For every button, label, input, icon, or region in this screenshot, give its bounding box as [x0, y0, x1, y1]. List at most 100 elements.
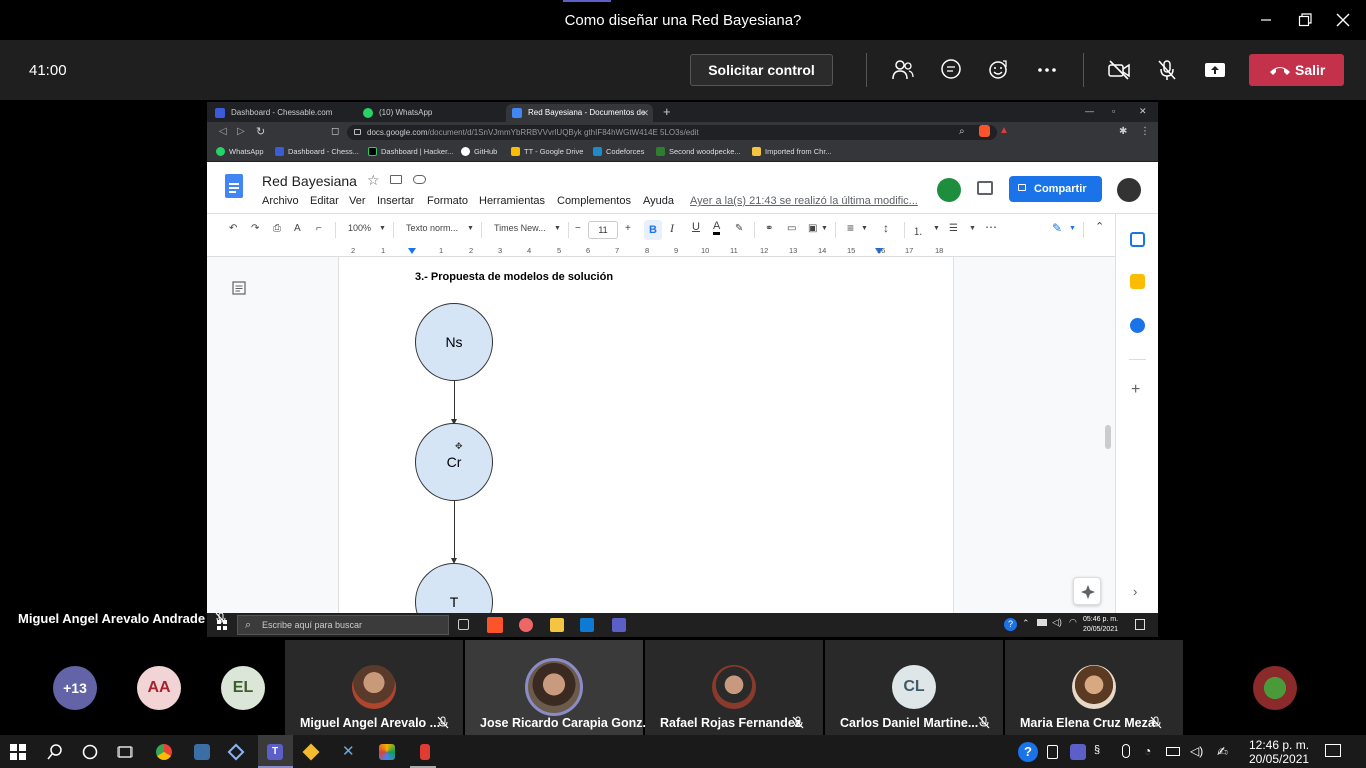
- font-size-input[interactable]: 11: [588, 221, 618, 239]
- chevron-down-icon[interactable]: ▼: [821, 225, 828, 232]
- chevron-down-icon[interactable]: ▼: [861, 225, 868, 232]
- print-icon[interactable]: ⎙: [273, 223, 281, 234]
- remote-clock[interactable]: 05:46 p. m. 20/05/2021: [1083, 615, 1118, 635]
- bookmark-item[interactable]: Codeforces: [593, 147, 644, 156]
- tray-chevron-icon[interactable]: ⌃: [1022, 618, 1030, 629]
- comment-icon[interactable]: [977, 181, 993, 195]
- minimize-icon[interactable]: [1258, 12, 1274, 28]
- insert-image-icon[interactable]: ▣: [808, 223, 817, 234]
- notifications-icon[interactable]: [1135, 619, 1145, 630]
- indent-marker-icon[interactable]: [408, 248, 416, 254]
- bookmark-page-icon[interactable]: ◻: [331, 126, 339, 137]
- windows-start-icon[interactable]: [10, 744, 26, 760]
- link-icon[interactable]: ⚭: [765, 223, 773, 234]
- extensions-icon[interactable]: ✱: [1119, 126, 1127, 137]
- restore-icon[interactable]: [1297, 12, 1313, 28]
- volume-icon[interactable]: ◁): [1052, 617, 1062, 628]
- zoom-select[interactable]: 100%: [348, 223, 371, 233]
- add-comment-icon[interactable]: ▭: [787, 223, 796, 234]
- battery-icon[interactable]: [1166, 747, 1180, 756]
- chevron-down-icon[interactable]: ▼: [933, 225, 940, 232]
- last-edit-link[interactable]: Ayer a la(s) 21:43 se realizó la última …: [690, 195, 918, 207]
- camera-off-icon[interactable]: [1107, 58, 1131, 82]
- align-icon[interactable]: ≡: [847, 221, 854, 235]
- microphone-icon[interactable]: [1122, 744, 1130, 758]
- menu-ver[interactable]: Ver: [349, 195, 366, 207]
- menu-ayuda[interactable]: Ayuda: [643, 195, 674, 207]
- participants-icon[interactable]: [891, 58, 915, 82]
- share-button[interactable]: Compartir: [1009, 176, 1102, 202]
- text-color-icon[interactable]: A: [713, 220, 721, 235]
- app-icon[interactable]: ✕: [342, 744, 358, 760]
- teams-icon[interactable]: [612, 618, 626, 632]
- italic-icon[interactable]: I: [670, 221, 674, 236]
- help-icon[interactable]: ?: [1018, 742, 1038, 762]
- network-node-ns[interactable]: Ns: [415, 303, 493, 381]
- scrollbar[interactable]: [1105, 425, 1111, 449]
- highlight-icon[interactable]: ✎: [735, 223, 743, 234]
- help-icon[interactable]: ?: [1004, 618, 1017, 631]
- network-icon[interactable]: ◠: [1069, 617, 1077, 628]
- chat-icon[interactable]: [939, 58, 963, 82]
- binance-icon[interactable]: [302, 743, 320, 761]
- participant-tile[interactable]: CL Carlos Daniel Martine...: [825, 640, 1003, 735]
- explore-button[interactable]: [1073, 577, 1101, 605]
- participant-tile[interactable]: Maria Elena Cruz Meza: [1005, 640, 1183, 735]
- browser-restore-icon[interactable]: ▫: [1112, 106, 1115, 116]
- document-title[interactable]: Red Bayesiana: [262, 173, 357, 189]
- wifi-icon[interactable]: ◔: [1144, 744, 1160, 760]
- cloud-status-icon[interactable]: [413, 175, 426, 184]
- cortana-icon[interactable]: [82, 744, 98, 760]
- hide-menus-icon[interactable]: ⌃: [1095, 220, 1104, 233]
- app-icon[interactable]: [519, 618, 533, 632]
- chrome-icon[interactable]: [156, 744, 172, 760]
- system-clock[interactable]: 12:46 p. m. 20/05/2021: [1249, 738, 1309, 766]
- reload-icon[interactable]: ↻: [256, 125, 265, 138]
- avatar[interactable]: [1117, 178, 1141, 202]
- bookmark-item[interactable]: Second woodpecke...: [656, 147, 741, 156]
- network-node-cr[interactable]: Cr: [415, 423, 493, 501]
- participant-avatar-aa[interactable]: AA: [137, 666, 181, 710]
- keep-icon[interactable]: [1130, 274, 1145, 289]
- more-icon[interactable]: ⋯: [985, 220, 997, 234]
- editing-mode-icon[interactable]: ✎: [1052, 221, 1062, 235]
- chevron-down-icon[interactable]: ▼: [554, 225, 561, 232]
- expand-panel-icon[interactable]: ›: [1133, 584, 1137, 599]
- volume-icon[interactable]: ◁): [1190, 744, 1206, 760]
- leave-button[interactable]: Salir: [1249, 54, 1344, 86]
- decrease-font-icon[interactable]: −: [575, 223, 581, 234]
- paint-format-icon[interactable]: ⌐: [316, 223, 322, 234]
- more-participants-badge[interactable]: +13: [53, 666, 97, 710]
- request-control-button[interactable]: Solicitar control: [690, 54, 833, 86]
- share-screen-icon[interactable]: [1203, 58, 1227, 82]
- close-tab-icon[interactable]: ✕: [641, 104, 649, 122]
- document-page[interactable]: 3.- Propuesta de modelos de solución Ns …: [338, 257, 954, 637]
- line-spacing-icon[interactable]: ↕: [883, 221, 889, 235]
- app-icon[interactable]: [420, 744, 430, 760]
- underline-icon[interactable]: U: [692, 221, 700, 233]
- browser-tab[interactable]: (10) WhatsApp: [357, 104, 505, 122]
- task-view-icon[interactable]: [117, 744, 133, 760]
- menu-editar[interactable]: Editar: [310, 195, 339, 207]
- search-icon[interactable]: [47, 744, 63, 760]
- undo-icon[interactable]: ↶: [229, 223, 237, 234]
- close-icon[interactable]: [1335, 12, 1351, 28]
- pen-icon[interactable]: ✍: [1217, 744, 1233, 760]
- participant-tile[interactable]: Miguel Angel Arevalo ...: [285, 640, 463, 735]
- add-on-plus-icon[interactable]: +: [1131, 381, 1140, 399]
- url-input[interactable]: docs.google.com/document/d/1SnVJmmYbRRBV…: [347, 125, 997, 140]
- chevron-down-icon[interactable]: ▼: [467, 225, 474, 232]
- forward-icon[interactable]: ▷: [237, 126, 245, 137]
- browser-tab-active[interactable]: Red Bayesiana - Documentos de ✕: [506, 104, 653, 122]
- menu-archivo[interactable]: Archivo: [262, 195, 299, 207]
- bookmark-item[interactable]: TT - Google Drive: [511, 147, 583, 156]
- increase-font-icon[interactable]: +: [625, 223, 631, 234]
- chevron-down-icon[interactable]: ▼: [379, 225, 386, 232]
- participant-avatar[interactable]: [1253, 666, 1297, 710]
- brave-rewards-icon[interactable]: ▲: [999, 125, 1009, 136]
- participant-tile-speaking[interactable]: Jose Ricardo Carapia Gonz...: [465, 640, 653, 735]
- bold-icon[interactable]: B: [644, 220, 662, 240]
- virtualbox-icon[interactable]: [227, 743, 245, 761]
- ruler[interactable]: 2 1 1 2 3 4 5 6 7 8 9 10 11 12 13 14 15 …: [207, 245, 1115, 257]
- menu-formato[interactable]: Formato: [427, 195, 468, 207]
